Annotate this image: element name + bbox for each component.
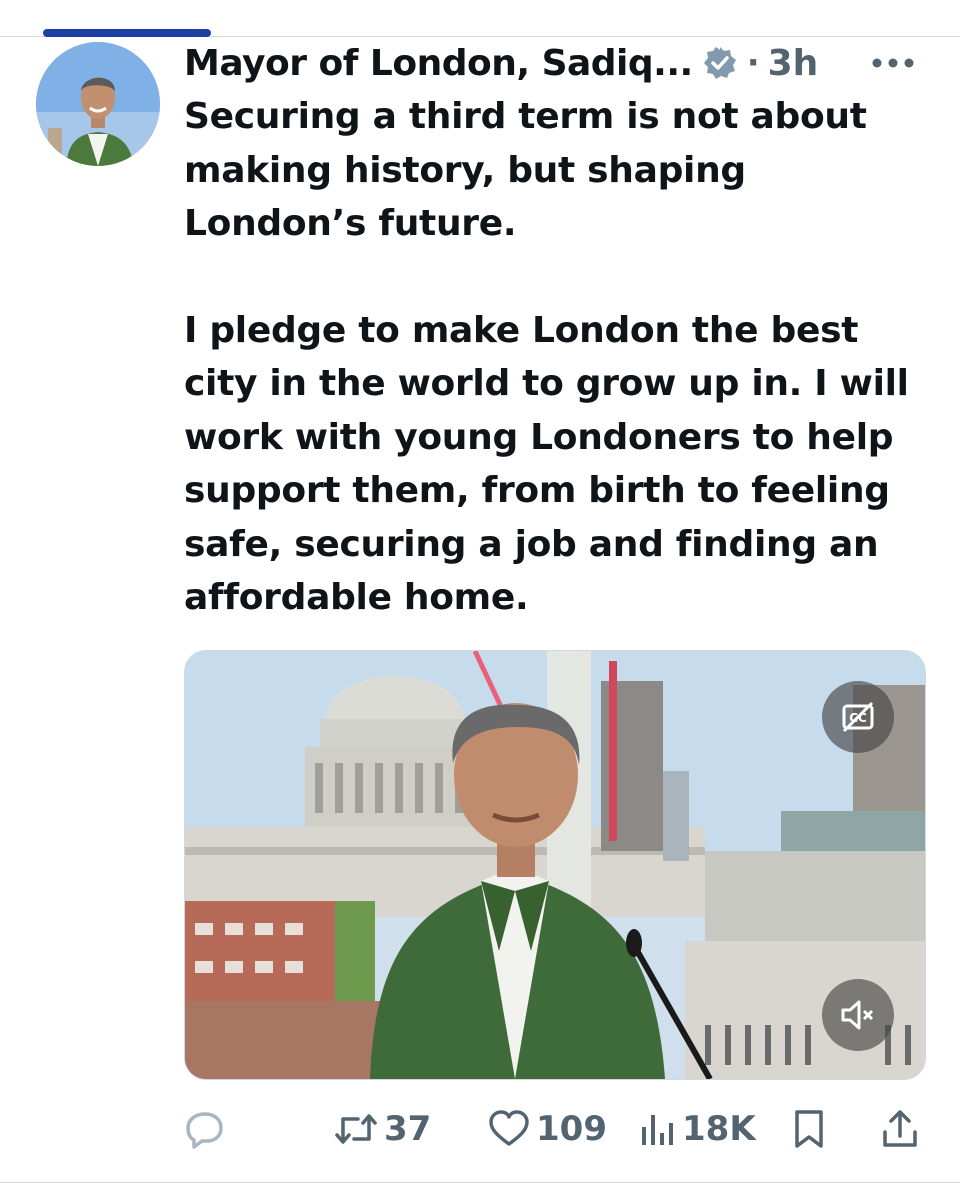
like-count: 109 [536, 1109, 607, 1149]
more-options-button[interactable] [868, 38, 918, 88]
bookmark-button[interactable] [792, 1102, 826, 1156]
share-button[interactable] [880, 1102, 920, 1156]
views-button[interactable]: 18K [640, 1102, 756, 1156]
repost-icon [335, 1114, 377, 1144]
bottom-divider [0, 1182, 960, 1183]
heart-icon [489, 1110, 529, 1146]
reply-icon [186, 1112, 223, 1149]
post-text: Securing a third term is not about makin… [184, 90, 924, 625]
avatar-photo [36, 42, 160, 166]
muted-speaker-icon [841, 1000, 874, 1030]
reply-button[interactable] [184, 1102, 226, 1156]
post-actions: 37 109 18K [184, 1102, 924, 1156]
post-timestamp[interactable]: 3h [768, 43, 819, 84]
post-header: Mayor of London, Sadiq... · 3h [184, 38, 924, 88]
captions-toggle-button[interactable]: CC [822, 681, 894, 753]
views-chart-icon [642, 1115, 673, 1145]
header-separator: · [746, 43, 760, 83]
post-paragraph-1: Securing a third term is not about makin… [184, 96, 867, 244]
post-paragraph-2: I pledge to make London the best city in… [184, 309, 909, 619]
post-video[interactable]: CC [184, 650, 926, 1080]
verified-badge-icon[interactable] [703, 46, 737, 80]
like-button[interactable]: 109 [488, 1102, 607, 1156]
author-avatar[interactable] [36, 42, 160, 166]
repost-button[interactable]: 37 [334, 1102, 431, 1156]
unmute-button[interactable] [822, 979, 894, 1051]
more-options-icon [872, 58, 914, 68]
captions-off-icon: CC [842, 701, 874, 733]
share-icon [883, 1110, 917, 1147]
bookmark-icon [795, 1110, 823, 1148]
video-frame [185, 651, 925, 1079]
views-count: 18K [682, 1109, 756, 1149]
author-name[interactable]: Mayor of London, Sadiq... [184, 43, 693, 84]
repost-count: 37 [384, 1109, 432, 1149]
active-tab-indicator [43, 29, 211, 37]
